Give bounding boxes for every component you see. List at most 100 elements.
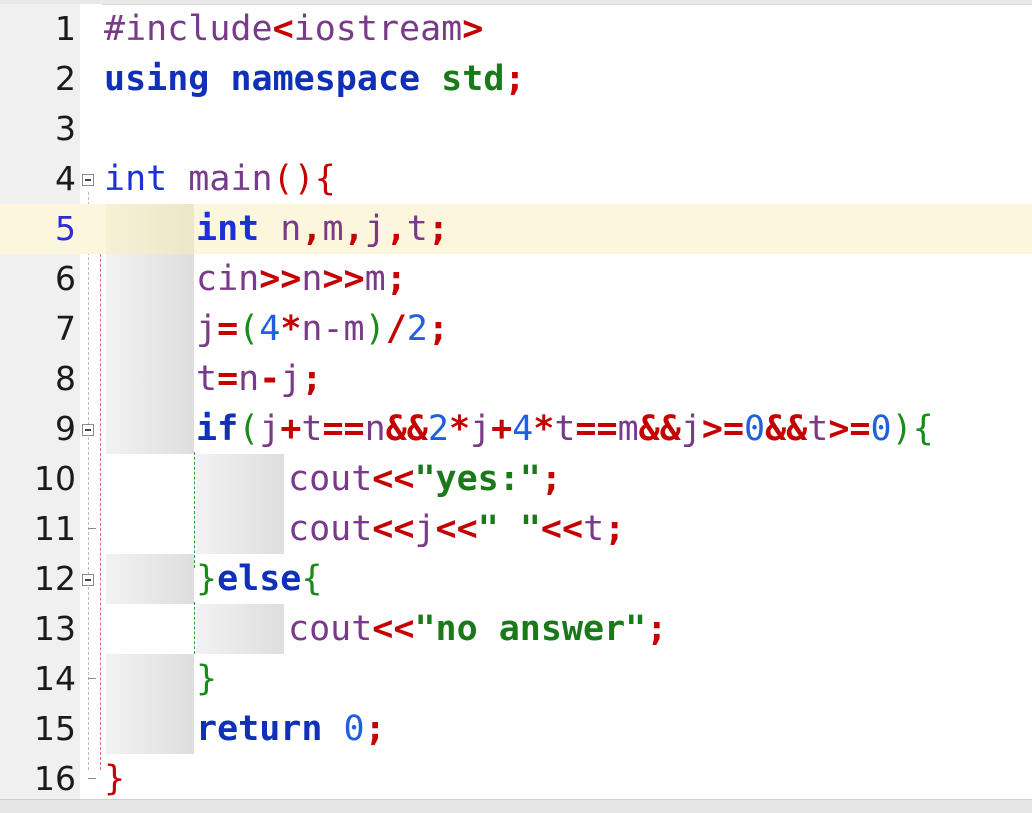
semicolon: ; <box>646 609 668 649</box>
indent-shade <box>106 454 194 504</box>
indent-shade <box>106 404 194 454</box>
code-line[interactable]: 3 <box>0 104 1032 154</box>
line-number: 13 <box>34 609 76 648</box>
identifier: m <box>343 309 365 349</box>
code-line[interactable]: 16 } <box>0 754 1032 804</box>
code-line[interactable]: 1 #include<iostream> <box>0 4 1032 54</box>
code-editor[interactable]: 1 #include<iostream> 2 using namespace s… <box>0 0 1032 813</box>
keyword: using <box>104 59 210 99</box>
line-text[interactable]: } <box>196 658 217 700</box>
identifier: t <box>406 209 428 249</box>
string-literal: "no answer" <box>414 609 647 649</box>
identifier: n <box>364 409 386 449</box>
keyword: if <box>196 409 239 449</box>
line-text[interactable]: cout<<j<<" "<<t; <box>288 508 625 550</box>
fold-end-marker <box>88 778 96 779</box>
operator: && <box>765 409 808 449</box>
line-text[interactable]: cout<<"no answer"; <box>288 608 667 650</box>
indent-shade <box>196 504 284 554</box>
operator: << <box>372 609 415 649</box>
code-line[interactable]: 15 return 0; <box>0 704 1032 754</box>
identifier: cout <box>288 509 373 549</box>
operator: << <box>540 509 584 549</box>
line-text[interactable]: } <box>104 758 125 800</box>
operator: * <box>533 409 555 449</box>
line-number: 4 <box>55 159 76 198</box>
indent-shade <box>106 254 194 304</box>
paren: ) <box>891 409 913 449</box>
brace: } <box>104 759 126 799</box>
brace: { <box>301 559 323 599</box>
operator: >> <box>322 259 365 299</box>
code-line[interactable]: 12 }else{ <box>0 554 1032 604</box>
line-text[interactable]: }else{ <box>196 558 322 600</box>
paren: ) <box>364 309 386 349</box>
number: 2 <box>427 409 449 449</box>
keyword: else <box>217 559 302 599</box>
fold-toggle-icon[interactable] <box>82 574 94 586</box>
code-line[interactable]: 2 using namespace std; <box>0 54 1032 104</box>
operator: < <box>272 9 294 49</box>
line-number: 1 <box>55 9 76 48</box>
string-literal: "yes:" <box>414 459 541 499</box>
code-line-current[interactable]: 5 int n,m,j,t; <box>0 204 1032 254</box>
semicolon: ; <box>427 309 449 349</box>
brace: } <box>196 559 218 599</box>
line-text[interactable]: return 0; <box>196 708 386 750</box>
number: 2 <box>406 309 428 349</box>
function-name: main <box>188 159 273 199</box>
code-line[interactable]: 11 cout<<j<<" "<<t; <box>0 504 1032 554</box>
paren: ) <box>293 159 315 199</box>
number: 0 <box>744 409 766 449</box>
identifier: cout <box>288 609 373 649</box>
operator: == <box>322 409 365 449</box>
code-line[interactable]: 4 int main(){ <box>0 154 1032 204</box>
code-line[interactable]: 8 t=n-j; <box>0 354 1032 404</box>
operator: << <box>372 509 415 549</box>
indent-shade <box>106 504 194 554</box>
operator: = <box>217 359 239 399</box>
operator: << <box>435 509 478 549</box>
line-text[interactable]: using namespace std; <box>104 58 525 100</box>
number: 4 <box>512 409 534 449</box>
identifier: j <box>680 409 702 449</box>
operator: && <box>638 409 681 449</box>
operator: + <box>280 409 302 449</box>
line-number: 14 <box>34 659 76 698</box>
line-text[interactable]: cin>>n>>m; <box>196 258 407 300</box>
line-number: 5 <box>55 209 76 248</box>
code-line[interactable]: 13 cout<<"no answer"; <box>0 604 1032 654</box>
operator: >= <box>701 409 745 449</box>
string-literal: " " <box>477 509 541 549</box>
identifier: m <box>617 409 639 449</box>
line-number: 9 <box>55 409 76 448</box>
fold-toggle-icon[interactable] <box>82 174 94 186</box>
indent-shade <box>106 704 194 754</box>
identifier: j <box>414 509 436 549</box>
line-text[interactable]: int n,m,j,t; <box>196 208 449 250</box>
line-text[interactable]: #include<iostream> <box>104 8 483 50</box>
operator: * <box>448 409 471 449</box>
indent-shade <box>106 354 194 404</box>
code-line[interactable]: 10 cout<<"yes:"; <box>0 454 1032 504</box>
code-line[interactable]: 7 j=(4*n-m)/2; <box>0 304 1032 354</box>
line-number: 3 <box>55 109 76 148</box>
line-number: 7 <box>55 309 76 348</box>
identifier: n <box>301 309 323 349</box>
line-text[interactable]: cout<<"yes:"; <box>288 458 562 500</box>
code-line[interactable]: 14 } <box>0 654 1032 704</box>
operator: = <box>217 309 239 349</box>
line-text[interactable]: if(j+t==n&&2*j+4*t==m&&j>=0&&t>=0){ <box>196 408 934 450</box>
line-text[interactable]: j=(4*n-m)/2; <box>196 308 449 350</box>
identifier: n <box>238 359 260 399</box>
identifier: j <box>280 359 302 399</box>
identifier: j <box>259 409 281 449</box>
horizontal-scrollbar[interactable] <box>0 799 1032 813</box>
fold-toggle-icon[interactable] <box>82 424 94 436</box>
indent-shade <box>106 304 194 354</box>
identifier: n <box>280 209 302 249</box>
code-line[interactable]: 6 cin>>n>>m; <box>0 254 1032 304</box>
code-line[interactable]: 9 if(j+t==n&&2*j+4*t==m&&j>=0&&t>=0){ <box>0 404 1032 454</box>
line-text[interactable]: int main(){ <box>104 158 336 200</box>
line-text[interactable]: t=n-j; <box>196 358 322 400</box>
